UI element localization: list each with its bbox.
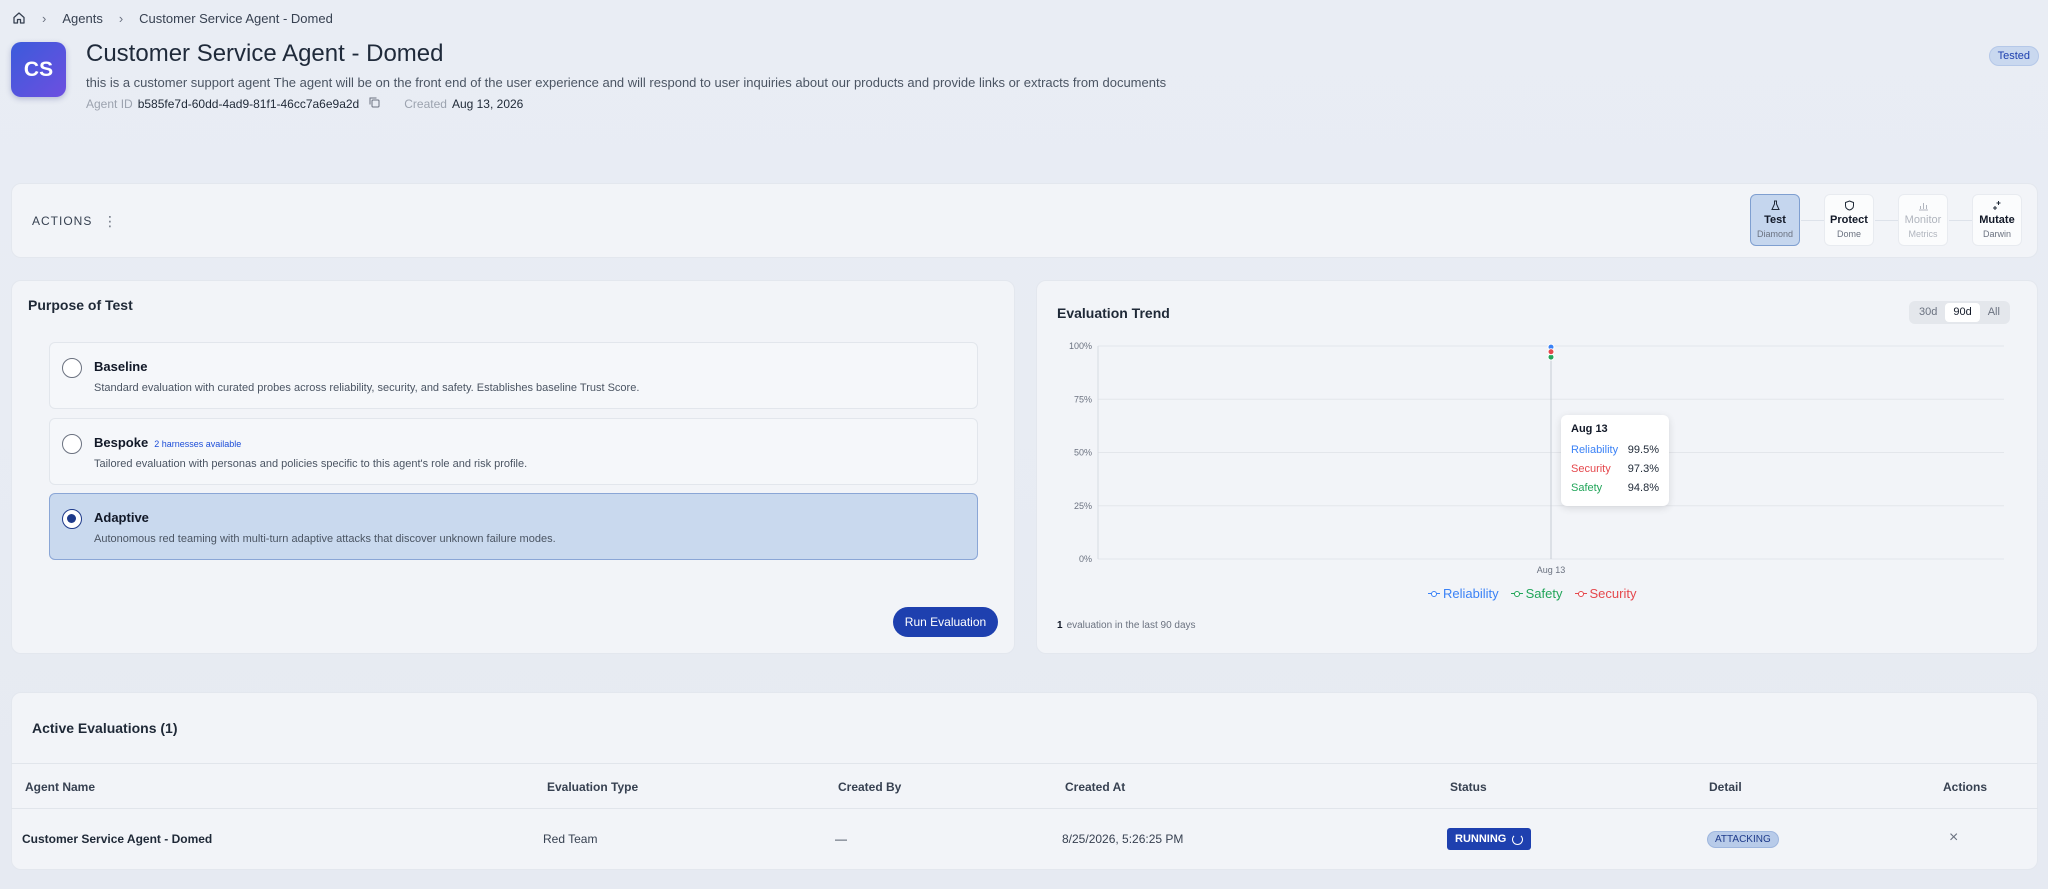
- column-header: Created By: [838, 780, 902, 794]
- chevron-right-icon: ›: [118, 10, 124, 26]
- harness-badge: 2 harnesses available: [154, 439, 242, 449]
- radio-button-selected[interactable]: [62, 509, 82, 529]
- range-selector: 30d 90d All: [1909, 301, 2010, 324]
- column-header: Agent Name: [25, 780, 96, 794]
- agent-avatar: CS: [11, 42, 66, 97]
- status-badge: Tested: [1988, 46, 2039, 66]
- column-header: Actions: [1943, 780, 1988, 794]
- action-sublabel: Metrics: [1908, 229, 1938, 239]
- chart-legend: Reliability Safety Security: [1428, 586, 1648, 601]
- action-test-button[interactable]: Test Diamond: [1750, 194, 1800, 246]
- y-tick-label: 100%: [1069, 341, 1092, 351]
- agent-description: this is a customer support agent The age…: [86, 75, 1167, 90]
- trend-title: Evaluation Trend: [1057, 305, 1170, 321]
- agent-meta: Agent ID b585fe7d-60dd-4ad9-81f1-46cc7a6…: [86, 97, 523, 111]
- divider: [11, 808, 2038, 809]
- status-badge-running: RUNNING: [1447, 828, 1532, 850]
- data-point-security: [1547, 348, 1555, 356]
- trend-chart: 0% 25% 50% 75% 100% Aug 13: [1069, 341, 2004, 575]
- agent-id-value: b585fe7d-60dd-4ad9-81f1-46cc7a6e9a2d: [137, 97, 360, 111]
- cell-created-by: —: [835, 832, 847, 846]
- y-tick-label: 0%: [1079, 554, 1092, 564]
- home-icon[interactable]: [12, 11, 26, 25]
- option-baseline[interactable]: Baseline Standard evaluation with curate…: [49, 342, 978, 409]
- actions-bar: [11, 183, 2038, 258]
- connector-line: [1949, 220, 1974, 221]
- detail-badge: ATTACKING: [1707, 831, 1779, 848]
- agent-id-label: Agent ID: [86, 97, 133, 111]
- run-evaluation-button[interactable]: Run Evaluation: [893, 607, 998, 637]
- connector-line: [1801, 220, 1826, 221]
- column-header: Evaluation Type: [547, 780, 639, 794]
- y-tick-label: 50%: [1074, 448, 1092, 458]
- action-label: Monitor: [1904, 214, 1942, 226]
- option-bespoke[interactable]: Bespoke 2 harnesses available Tailored ev…: [49, 418, 978, 485]
- cell-evaluation-type: Red Team: [543, 832, 598, 846]
- divider: [11, 763, 2038, 764]
- action-label: Test: [1764, 214, 1786, 226]
- y-tick-label: 25%: [1074, 501, 1092, 511]
- range-90d[interactable]: 90d: [1945, 303, 1980, 322]
- cell-agent-name[interactable]: Customer Service Agent - Domed: [22, 832, 212, 846]
- tooltip-row: Safety 94.8%: [1571, 482, 1659, 494]
- action-sublabel: Darwin: [1982, 229, 2011, 239]
- column-header: Status: [1450, 780, 1487, 794]
- action-monitor-button[interactable]: Monitor Metrics: [1898, 194, 1948, 246]
- tooltip-date: Aug 13: [1571, 423, 1608, 435]
- action-label: Protect: [1830, 214, 1868, 226]
- action-sublabel: Dome: [1836, 229, 1861, 239]
- breadcrumb-current: Customer Service Agent - Domed: [139, 10, 333, 26]
- cell-created-at: 8/25/2026, 5:26:25 PM: [1062, 832, 1184, 846]
- purpose-title: Purpose of Test: [28, 297, 133, 313]
- option-description: Autonomous red teaming with multi-turn a…: [94, 533, 556, 545]
- action-mutate-button[interactable]: Mutate Darwin: [1972, 194, 2022, 246]
- flask-icon: [1751, 200, 1799, 212]
- copy-icon[interactable]: [369, 97, 380, 111]
- range-30d[interactable]: 30d: [1911, 303, 1945, 322]
- y-tick-label: 75%: [1074, 394, 1092, 404]
- active-evaluations-title: Active Evaluations (1): [32, 720, 178, 736]
- action-protect-button[interactable]: Protect Dome: [1824, 194, 1874, 246]
- action-sublabel: Diamond: [1756, 229, 1794, 239]
- option-description: Standard evaluation with curated probes …: [94, 382, 640, 394]
- x-tick-label: Aug 13: [1537, 565, 1566, 575]
- evaluation-count: 1 evaluation in the last 90 days: [1057, 620, 1196, 631]
- legend-reliability[interactable]: Reliability: [1428, 586, 1499, 601]
- option-title: Baseline: [94, 359, 148, 374]
- page-title: Customer Service Agent - Domed: [86, 40, 444, 67]
- breadcrumb: › Agents › Customer Service Agent - Dome…: [12, 8, 333, 28]
- chart-tooltip: Aug 13 Reliability 99.5% Security 97.3% Sa…: [1561, 415, 1669, 506]
- spinner-icon: [1512, 833, 1524, 845]
- more-vertical-icon[interactable]: ⋮: [103, 213, 117, 230]
- connector-line: [1875, 220, 1900, 221]
- close-icon[interactable]: ×: [1949, 829, 1958, 847]
- radio-button[interactable]: [62, 358, 82, 378]
- action-label: Mutate: [1979, 214, 2015, 226]
- created-label: Created: [404, 97, 447, 111]
- shield-icon: [1825, 200, 1873, 212]
- column-header: Detail: [1709, 780, 1742, 794]
- legend-safety[interactable]: Safety: [1510, 586, 1563, 601]
- option-description: Tailored evaluation with personas and po…: [94, 458, 528, 470]
- sparkle-icon: [1973, 200, 2021, 212]
- range-all[interactable]: All: [1980, 303, 2008, 322]
- tooltip-row: Reliability 99.5%: [1571, 444, 1659, 456]
- option-title: Adaptive: [94, 510, 149, 525]
- breadcrumb-agents[interactable]: Agents: [62, 11, 102, 26]
- created-value: Aug 13, 2026: [451, 97, 524, 111]
- bar-chart-icon: [1899, 200, 1947, 212]
- option-title: Bespoke 2 harnesses available: [94, 435, 242, 450]
- chevron-right-icon: ›: [42, 10, 47, 26]
- actions-label: ACTIONS: [32, 214, 93, 228]
- option-adaptive[interactable]: Adaptive Autonomous red teaming with mul…: [49, 493, 978, 560]
- legend-security[interactable]: Security: [1574, 586, 1636, 601]
- tooltip-row: Security 97.3%: [1571, 463, 1659, 475]
- column-header: Created At: [1065, 780, 1126, 794]
- radio-button[interactable]: [62, 434, 82, 454]
